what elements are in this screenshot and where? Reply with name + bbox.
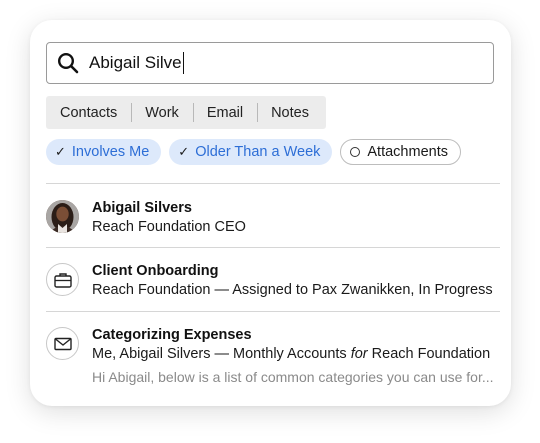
search-input[interactable]: Abigail Silve — [46, 42, 494, 84]
result-subtitle: Reach Foundation — Assigned to Pax Zwani… — [92, 282, 493, 298]
result-contact[interactable]: Abigail Silvers Reach Foundation CEO — [46, 200, 500, 240]
text-caret — [182, 52, 185, 74]
circle-icon — [350, 147, 361, 157]
divider — [46, 247, 500, 248]
filter-chip-attachments[interactable]: Attachments — [340, 139, 461, 165]
result-work[interactable]: Client Onboarding Reach Foundation — Ass… — [46, 263, 500, 303]
search-icon — [57, 52, 79, 74]
segment-contacts[interactable]: Contacts — [46, 96, 131, 129]
category-segmented-control: Contacts Work Email Notes — [46, 96, 326, 129]
filter-chip-label: Attachments — [367, 144, 448, 160]
segment-work[interactable]: Work — [131, 96, 193, 129]
result-subtitle: Me, Abigail Silvers — Monthly Accounts f… — [92, 346, 491, 362]
checkmark-icon: ✓ — [55, 144, 66, 159]
filter-chip-involves-me[interactable]: ✓ Involves Me — [46, 139, 162, 165]
filter-chip-label: Older Than a Week — [195, 144, 321, 160]
divider — [46, 311, 500, 312]
result-title: Categorizing Expenses — [92, 327, 252, 343]
segment-notes[interactable]: Notes — [257, 96, 323, 129]
divider — [46, 183, 500, 184]
segment-email[interactable]: Email — [192, 96, 257, 129]
result-title: Client Onboarding — [92, 263, 219, 279]
result-email[interactable]: Categorizing Expenses Me, Abigail Silver… — [46, 327, 500, 389]
result-preview: Hi Abigail, below is a list of common ca… — [92, 369, 494, 385]
checkmark-icon: ✓ — [178, 144, 190, 159]
result-title: Abigail Silvers — [92, 200, 192, 216]
filter-chip-older-than-a-week[interactable]: ✓ Older Than a Week — [169, 139, 333, 165]
filter-chip-label: Involves Me — [71, 144, 150, 160]
avatar — [46, 200, 79, 233]
search-value: Abigail Silve — [89, 52, 185, 74]
envelope-icon — [46, 327, 79, 360]
filter-chips: ✓ Involves Me ✓ Older Than a Week Attach… — [46, 139, 461, 165]
briefcase-icon — [46, 263, 79, 296]
result-subtitle: Reach Foundation CEO — [92, 219, 246, 235]
search-panel: Abigail Silve Contacts Work Email Notes … — [30, 20, 511, 406]
